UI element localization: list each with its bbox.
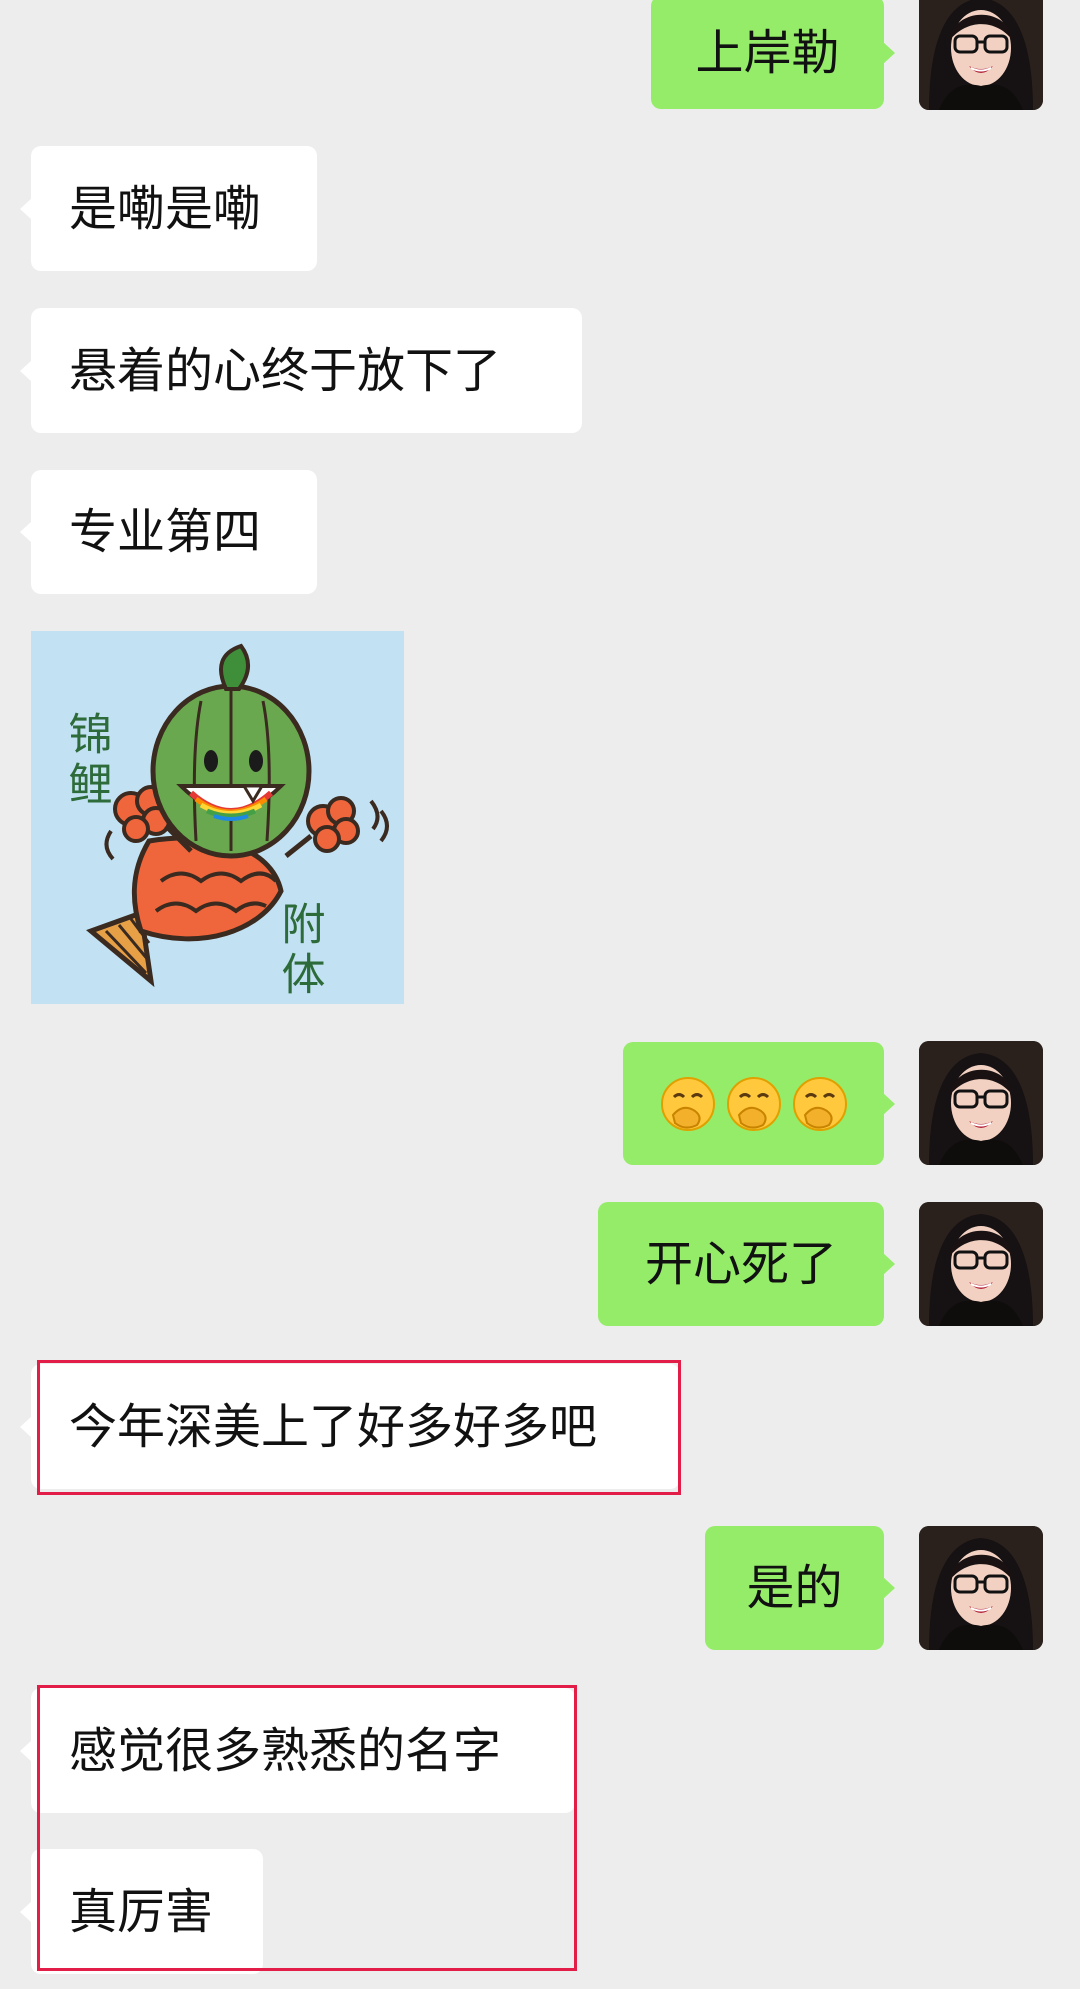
avatar-image [919,1041,1043,1165]
user-avatar[interactable] [919,1526,1043,1650]
message-text: 今年深美上了好多好多吧 [69,1398,598,1455]
avatar-image [919,0,1043,110]
incoming-message[interactable]: 悬着的心终于放下了 [31,308,582,433]
user-avatar[interactable] [919,0,1043,110]
user-avatar[interactable] [919,1041,1043,1165]
incoming-message[interactable]: 是嘞是嘞 [31,146,317,271]
outgoing-message[interactable]: 开心死了 [598,1202,884,1326]
koi-sticker-image: 锦鲤 附体 [31,631,404,1004]
message-text: 开心死了 [644,1236,837,1292]
outgoing-message[interactable]: 上岸勒 [651,0,884,109]
message-text: 感觉很多熟悉的名字 [69,1722,502,1779]
message-text: 悬着的心终于放下了 [69,342,502,399]
avatar-image [919,1526,1043,1650]
message-text: 是嘞是嘞 [69,180,262,237]
sticker-text-bottom: 附体 [274,901,325,1001]
hand-over-mouth-emoji-icon [660,1076,715,1131]
sticker-text-top: 锦鲤 [61,711,112,811]
incoming-message[interactable]: 感觉很多熟悉的名字 [31,1688,575,1813]
avatar-image [919,1202,1043,1326]
message-text: 上岸勒 [695,24,840,81]
sticker-message[interactable]: 锦鲤 附体 [31,631,404,1004]
message-text: 专业第四 [69,504,262,560]
user-avatar[interactable] [919,1202,1043,1326]
incoming-message[interactable]: 真厉害 [31,1849,263,1974]
outgoing-message[interactable]: 是的 [705,1526,884,1650]
incoming-message[interactable]: 今年深美上了好多好多吧 [31,1364,680,1489]
hand-over-mouth-emoji-icon [792,1076,847,1131]
message-text: 是的 [746,1560,843,1616]
emoji-row [659,1075,849,1133]
message-text: 真厉害 [69,1883,214,1940]
chat-window: 上岸勒 是嘞是嘞 悬着的心终于放下了 专业第四 锦鲤 附体 开心死了 今年深美上… [0,0,1080,1989]
incoming-message[interactable]: 专业第四 [31,470,317,594]
hand-over-mouth-emoji-icon [726,1076,781,1131]
outgoing-emoji-message[interactable] [623,1042,884,1165]
